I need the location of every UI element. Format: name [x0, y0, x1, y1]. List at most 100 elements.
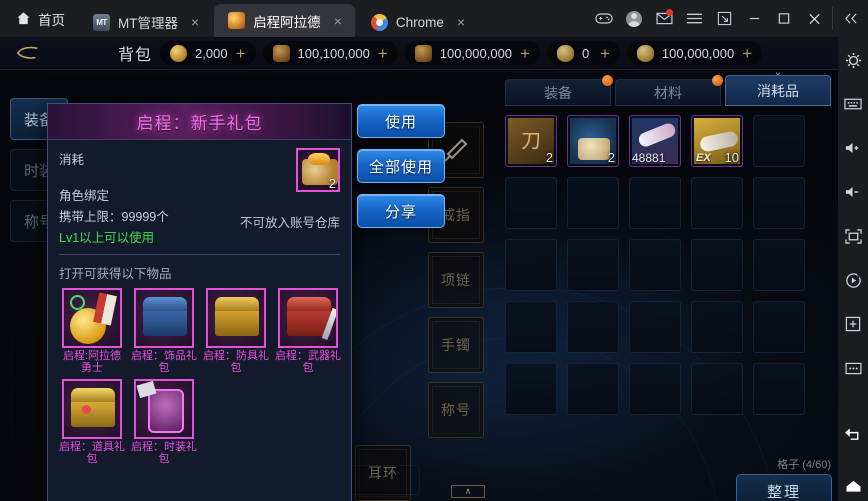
currency-pouch[interactable]: 100,100,000 + [262, 41, 398, 65]
inventory-empty-slot[interactable] [753, 177, 805, 229]
add-currency-icon[interactable]: + [236, 45, 246, 62]
resize-icon[interactable] [709, 0, 739, 37]
gold-flag-thumb-icon [62, 288, 122, 348]
add-currency-icon[interactable]: + [600, 45, 610, 62]
titlebar-divider [832, 7, 833, 30]
item-quantity: 2 [607, 150, 615, 165]
inventory-empty-slot[interactable] [567, 363, 619, 415]
home-button[interactable]: 首页 [0, 0, 79, 37]
content-item[interactable]: 启程：饰品礼包 [131, 288, 197, 375]
inventory-empty-slot[interactable] [567, 177, 619, 229]
pouch-locked-icon [414, 44, 432, 62]
dialog-title: 启程：新手礼包 [136, 114, 263, 133]
inventory-empty-slot[interactable] [753, 115, 805, 167]
fullscreen-icon[interactable] [838, 221, 868, 251]
emulator-sidebar [838, 37, 868, 501]
inventory-empty-slot[interactable] [753, 239, 805, 291]
content-item-label: 启程：武器礼包 [275, 350, 341, 375]
content-item[interactable]: 启程：武器礼包 [275, 288, 341, 375]
record-icon[interactable] [838, 265, 868, 295]
keyboard-icon[interactable] [838, 89, 868, 119]
tab-close-icon[interactable]: × [329, 14, 347, 28]
tab-label: 启程阿拉德 [253, 14, 321, 30]
inventory-empty-slot[interactable] [505, 301, 557, 353]
mail-icon[interactable] [649, 0, 679, 37]
use-all-button[interactable]: 全部使用 [357, 149, 445, 183]
close-icon[interactable] [799, 0, 829, 37]
maximize-icon[interactable] [769, 0, 799, 37]
inventory-empty-slot[interactable] [691, 177, 743, 229]
inventory-empty-slot[interactable] [753, 363, 805, 415]
inventory-empty-slot[interactable] [505, 177, 557, 229]
inventory-grid: 2 2 48881 EX 10 [505, 115, 835, 415]
slot-count-label: 格子 (4/60) [777, 459, 831, 471]
inventory-empty-slot[interactable] [691, 363, 743, 415]
currency-silver[interactable]: 0 + [546, 41, 620, 65]
gamepad-icon[interactable] [589, 0, 619, 37]
inventory-item[interactable]: EX 10 [691, 115, 743, 167]
tidy-button[interactable]: 整理 [736, 474, 832, 501]
volume-down-icon[interactable] [838, 177, 868, 207]
tab-equipment[interactable]: 装备 [505, 75, 613, 106]
equip-slot-bracelet[interactable]: 手镯 [428, 317, 484, 373]
collapse-icon[interactable] [836, 0, 866, 37]
add-currency-icon[interactable]: + [520, 45, 530, 62]
use-button[interactable]: 使用 [357, 104, 445, 138]
currency-silver-locked[interactable]: 100,000,000 + [626, 41, 763, 65]
equip-slot-title[interactable]: 称号 [428, 382, 484, 438]
home-icon [16, 11, 31, 26]
inventory-empty-slot[interactable] [505, 239, 557, 291]
currency-gold[interactable]: 2,000 + [160, 41, 256, 65]
tab-label: 装备 [544, 84, 572, 101]
inventory-empty-slot[interactable] [691, 301, 743, 353]
add-currency-icon[interactable]: + [378, 45, 388, 62]
screenshot-icon[interactable] [838, 309, 868, 339]
minimize-icon[interactable] [739, 0, 769, 37]
inventory-item[interactable]: 2 [505, 115, 557, 167]
currency-pouch-locked[interactable]: 100,000,000 + [404, 41, 540, 65]
volume-up-icon[interactable] [838, 133, 868, 163]
browser-tabs: MT MT管理器 × 启程阿拉德 × Chrome × [79, 0, 480, 37]
tab-label: MT管理器 [118, 16, 178, 31]
inventory-item[interactable]: 2 [567, 115, 619, 167]
game-viewport: 背包 2,000 + 100,100,000 + 100,000,000 + 0… [0, 37, 838, 501]
menu-icon[interactable] [679, 0, 709, 37]
mt-manager-icon: MT [93, 13, 110, 31]
share-button[interactable]: 分享 [357, 194, 445, 228]
tab-material[interactable]: 材料 [615, 75, 723, 106]
back-arrow-icon[interactable] [0, 37, 56, 70]
inventory-empty-slot[interactable] [629, 363, 681, 415]
inventory-empty-slot[interactable] [691, 239, 743, 291]
inventory-item[interactable]: 48881 [629, 115, 681, 167]
account-avatar-icon[interactable] [619, 0, 649, 37]
tab-close-icon[interactable]: × [452, 15, 470, 29]
settings-gear-icon[interactable] [838, 45, 868, 75]
add-currency-icon[interactable]: + [742, 45, 752, 62]
tab-close-icon[interactable]: × [186, 15, 204, 29]
content-item[interactable]: 启程：道具礼包 [59, 378, 125, 466]
back-icon[interactable] [838, 419, 868, 449]
equip-slot-necklace[interactable]: 项链 [428, 252, 484, 308]
tab-consumable[interactable]: ⌄ 消耗品 [725, 67, 831, 106]
tab-mt-manager[interactable]: MT MT管理器 × [79, 7, 212, 37]
inventory-empty-slot[interactable] [629, 177, 681, 229]
inventory-empty-slot[interactable] [629, 239, 681, 291]
home-nav-icon[interactable] [838, 471, 868, 501]
content-item[interactable]: 启程:阿拉德勇士 [59, 288, 125, 375]
tab-game[interactable]: 启程阿拉德 × [214, 4, 355, 37]
inventory-empty-slot[interactable] [753, 301, 805, 353]
tab-label: 消耗品 [757, 82, 799, 99]
home-label: 首页 [38, 12, 65, 28]
content-item[interactable]: 启程：时装礼包 [131, 378, 197, 466]
inventory-empty-slot[interactable] [505, 363, 557, 415]
app-window: 首页 MT MT管理器 × 启程阿拉德 × Chrome × 背包 2,000 … [0, 0, 868, 501]
more-icon[interactable] [838, 353, 868, 383]
inventory-empty-slot[interactable] [567, 239, 619, 291]
chevron-up-icon: ∧ [451, 485, 485, 498]
red-chest-thumb-icon [278, 288, 338, 348]
inventory-empty-slot[interactable] [567, 301, 619, 353]
content-item[interactable]: 启程：防具礼包 [203, 288, 269, 375]
inventory-empty-slot[interactable] [629, 301, 681, 353]
tab-chrome[interactable]: Chrome × [357, 7, 478, 37]
detail-button[interactable]: ∧ 详情 [440, 485, 496, 501]
